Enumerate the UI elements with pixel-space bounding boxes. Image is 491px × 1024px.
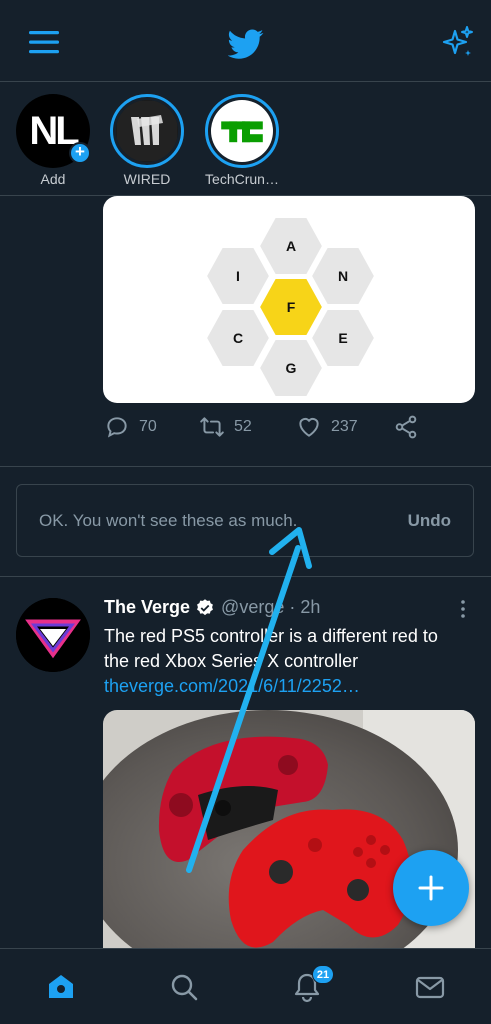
fleet-label: Add bbox=[40, 171, 66, 187]
hex-letter: E bbox=[338, 330, 347, 346]
compose-tweet-button[interactable] bbox=[393, 850, 469, 926]
add-fleet-plus-icon[interactable]: + bbox=[69, 142, 91, 164]
hex-cell: E bbox=[309, 308, 377, 368]
search-icon[interactable] bbox=[168, 971, 200, 1003]
verified-badge-icon bbox=[197, 598, 213, 615]
more-options-icon[interactable] bbox=[456, 599, 470, 619]
fleet-wired[interactable]: WIRED bbox=[107, 94, 187, 187]
see-less-feedback-toast: OK. You won't see these as much. Undo bbox=[16, 484, 474, 557]
author-handle[interactable]: @verge bbox=[221, 597, 284, 618]
tweet-header: The Verge @verge · 2h bbox=[104, 597, 474, 618]
the-verge-logo-icon bbox=[16, 598, 90, 672]
retweet-count: 52 bbox=[234, 418, 252, 435]
plus-icon bbox=[418, 875, 444, 901]
like-button[interactable]: 237 bbox=[296, 414, 358, 440]
hex-letter: A bbox=[286, 238, 296, 254]
tweet-text: The red PS5 controller is a different re… bbox=[104, 626, 438, 671]
hexagon-puzzle: A I N F C E G bbox=[204, 216, 377, 398]
fleet-label: WIRED bbox=[123, 171, 171, 187]
fleet-techcrunch[interactable]: TechCrun… bbox=[202, 94, 282, 187]
tweet-timestamp: 2h bbox=[300, 597, 321, 617]
twitter-bird-icon[interactable] bbox=[228, 26, 264, 62]
like-count: 237 bbox=[331, 418, 358, 435]
reply-count: 70 bbox=[139, 418, 157, 435]
share-button[interactable] bbox=[393, 414, 419, 440]
heart-icon bbox=[299, 417, 319, 437]
hex-cell: G bbox=[257, 338, 325, 398]
divider bbox=[0, 466, 491, 467]
hex-letter: G bbox=[286, 360, 297, 376]
hex-cell: C bbox=[204, 308, 272, 368]
bottom-navigation: 21 bbox=[0, 948, 491, 1024]
hex-cell: A bbox=[257, 216, 325, 276]
hamburger-menu-icon[interactable] bbox=[26, 24, 62, 60]
notifications-badge: 21 bbox=[312, 965, 334, 984]
retweet-button[interactable]: 52 bbox=[199, 414, 252, 440]
reply-icon bbox=[107, 417, 127, 438]
hex-letter: C bbox=[233, 330, 243, 346]
avatar[interactable] bbox=[16, 598, 90, 672]
messages-icon[interactable] bbox=[414, 971, 446, 1003]
fleet-add[interactable]: NL + Add bbox=[13, 94, 93, 187]
hex-letter: N bbox=[338, 268, 348, 284]
reply-button[interactable]: 70 bbox=[104, 414, 157, 440]
tweet-image-spelling-bee[interactable]: A I N F C E G bbox=[103, 196, 475, 403]
avatar[interactable]: NL + bbox=[16, 94, 91, 168]
share-icon bbox=[395, 415, 417, 439]
hex-cell-center: F bbox=[257, 277, 325, 337]
wired-logo-icon bbox=[117, 101, 177, 161]
hex-cell: I bbox=[204, 246, 272, 306]
tweet-link[interactable]: theverge.com/2021/6/11/2252… bbox=[104, 676, 474, 697]
hex-letter: F bbox=[287, 299, 296, 315]
fleet-label: TechCrun… bbox=[205, 171, 279, 187]
retweet-icon bbox=[200, 417, 224, 437]
undo-button[interactable]: Undo bbox=[408, 511, 451, 531]
separator-dot: · bbox=[289, 597, 296, 617]
sparkle-top-tweets-icon[interactable] bbox=[440, 24, 476, 60]
avatar[interactable] bbox=[205, 94, 279, 168]
hex-cell: N bbox=[309, 246, 377, 306]
hex-letter: I bbox=[236, 268, 240, 284]
avatar[interactable] bbox=[110, 94, 184, 168]
divider bbox=[0, 576, 491, 577]
techcrunch-logo-icon bbox=[221, 121, 263, 143]
tweet-actions: 70 52 237 bbox=[0, 414, 491, 450]
home-icon[interactable] bbox=[45, 971, 77, 1003]
top-app-bar bbox=[0, 0, 491, 82]
author-name[interactable]: The Verge bbox=[104, 597, 190, 618]
fleets-row: NL + Add WIRED TechCrun… bbox=[0, 82, 491, 196]
toast-message: OK. You won't see these as much. bbox=[39, 510, 298, 530]
